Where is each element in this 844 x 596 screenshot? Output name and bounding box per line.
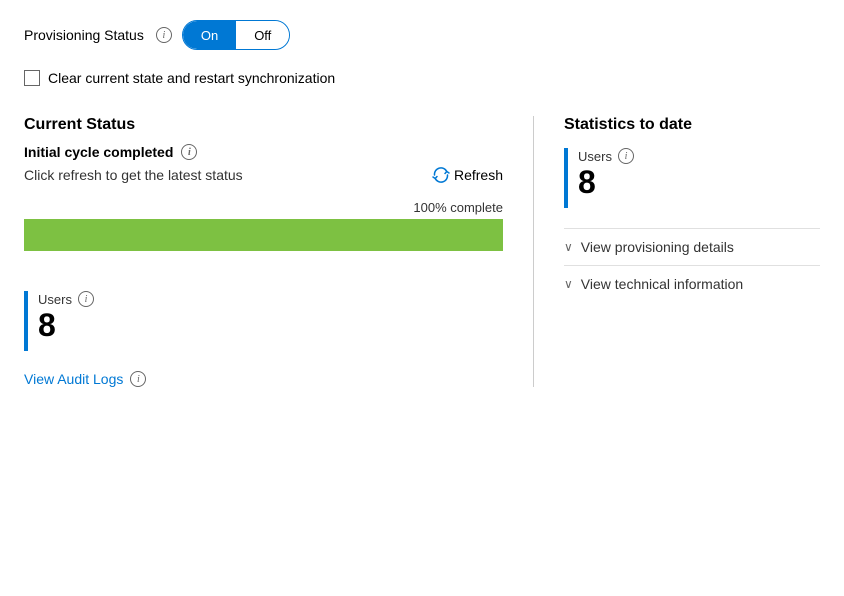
main-content: Current Status Initial cycle completed i… bbox=[24, 116, 820, 387]
view-audit-row: View Audit Logs i bbox=[24, 371, 503, 387]
stats-users-content: Users i 8 bbox=[578, 148, 634, 198]
provisioning-info-icon[interactable]: i bbox=[156, 27, 172, 43]
refresh-label: Refresh bbox=[454, 167, 503, 183]
toggle-off-button[interactable]: Off bbox=[236, 21, 289, 49]
toggle-on-button[interactable]: On bbox=[183, 21, 236, 49]
refresh-icon bbox=[432, 166, 450, 184]
users-label: Users bbox=[38, 292, 72, 307]
users-count: 8 bbox=[38, 309, 94, 341]
progress-label: 100% complete bbox=[24, 200, 503, 215]
refresh-row: Click refresh to get the latest status R… bbox=[24, 166, 503, 184]
stats-users-count: 8 bbox=[578, 166, 634, 198]
current-status-title: Current Status bbox=[24, 116, 503, 134]
statistics-title: Statistics to date bbox=[564, 116, 820, 134]
provisioning-status-row: Provisioning Status i On Off bbox=[24, 20, 820, 50]
users-label-row: Users i bbox=[38, 291, 94, 307]
stats-users-label-row: Users i bbox=[578, 148, 634, 164]
right-column: Statistics to date Users i 8 ∨ View prov… bbox=[534, 116, 820, 387]
progress-bar-fill bbox=[24, 219, 503, 251]
provisioning-chevron-icon: ∨ bbox=[564, 240, 573, 254]
view-technical-info-label: View technical information bbox=[581, 276, 743, 292]
refresh-hint-text: Click refresh to get the latest status bbox=[24, 167, 243, 183]
progress-section: 100% complete bbox=[24, 200, 503, 251]
view-audit-logs-link[interactable]: View Audit Logs bbox=[24, 371, 123, 387]
checkbox-row[interactable]: Clear current state and restart synchron… bbox=[24, 70, 820, 86]
provisioning-toggle[interactable]: On Off bbox=[182, 20, 290, 50]
stats-users-label: Users bbox=[578, 149, 612, 164]
stats-users-info-icon[interactable]: i bbox=[618, 148, 634, 164]
users-blue-bar bbox=[24, 291, 28, 351]
progress-bar-background bbox=[24, 219, 503, 251]
users-info-icon[interactable]: i bbox=[78, 291, 94, 307]
view-provisioning-details-label: View provisioning details bbox=[581, 239, 734, 255]
view-technical-info-row[interactable]: ∨ View technical information bbox=[564, 265, 820, 302]
clear-state-checkbox[interactable] bbox=[24, 70, 40, 86]
users-content: Users i 8 bbox=[38, 291, 94, 341]
stats-blue-bar bbox=[564, 148, 568, 208]
initial-cycle-info-icon[interactable]: i bbox=[181, 144, 197, 160]
statistics-users-section: Users i 8 bbox=[564, 148, 820, 208]
view-provisioning-details-row[interactable]: ∨ View provisioning details bbox=[564, 228, 820, 265]
bottom-users-section: Users i 8 bbox=[24, 291, 503, 351]
technical-chevron-icon: ∨ bbox=[564, 277, 573, 291]
clear-state-label: Clear current state and restart synchron… bbox=[48, 70, 335, 86]
audit-info-icon[interactable]: i bbox=[130, 371, 146, 387]
left-column: Current Status Initial cycle completed i… bbox=[24, 116, 534, 387]
bottom-left-section: Users i 8 View Audit Logs i bbox=[24, 291, 503, 387]
initial-cycle-label: Initial cycle completed bbox=[24, 144, 173, 160]
provisioning-label: Provisioning Status bbox=[24, 27, 144, 43]
initial-cycle-row: Initial cycle completed i bbox=[24, 144, 503, 160]
refresh-button[interactable]: Refresh bbox=[432, 166, 503, 184]
